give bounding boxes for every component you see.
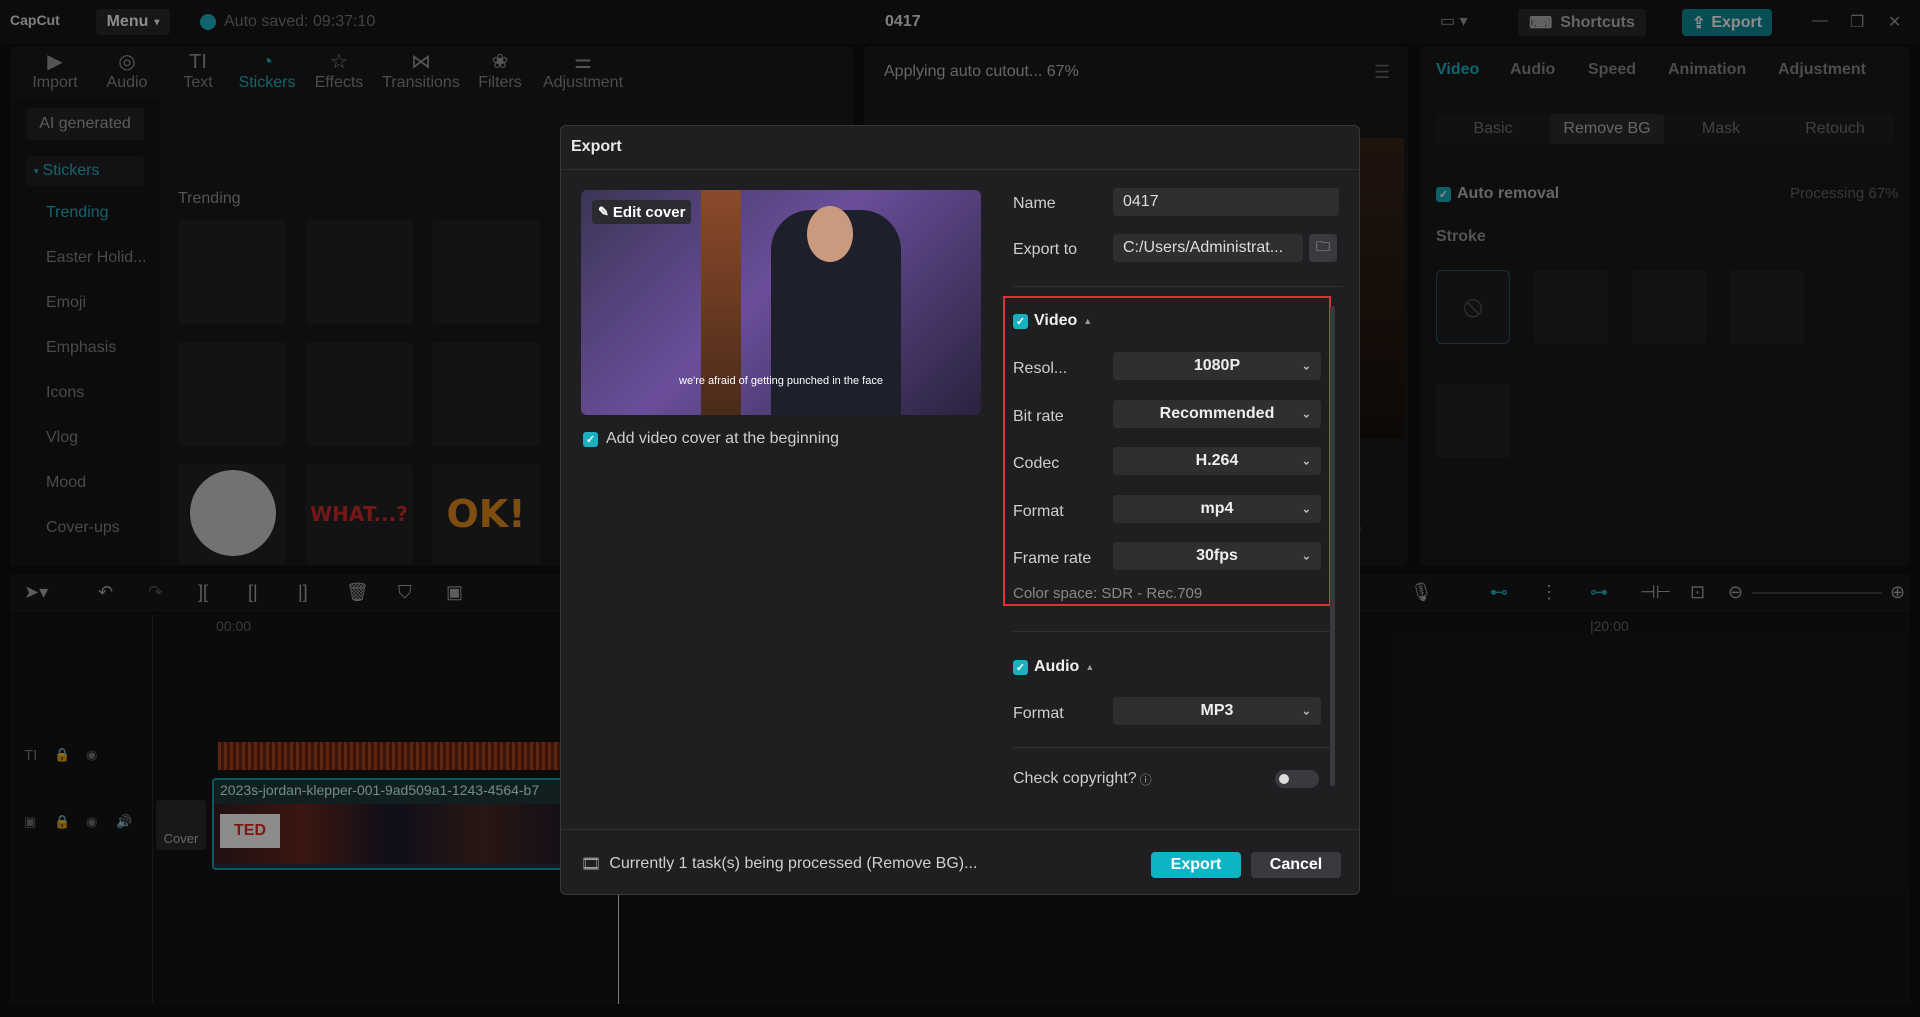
chevron-down-icon: ⌄	[1301, 705, 1311, 718]
frame-rate-label: Frame rate	[1013, 550, 1092, 567]
chevron-down-icon: ⌄	[1301, 408, 1311, 421]
audio-format-value: MP3	[1200, 702, 1234, 719]
color-space-text: Color space: SDR - Rec.709	[1013, 585, 1203, 602]
frame-rate-select[interactable]: 30fps ⌄	[1113, 542, 1321, 570]
dialog-title: Export	[571, 138, 622, 155]
speaker-face	[807, 206, 853, 262]
pencil-icon: ✎	[598, 204, 609, 219]
format-value: mp4	[1200, 500, 1234, 517]
codec-select[interactable]: H.264 ⌄	[1113, 447, 1321, 475]
audio-section-label: Audio	[1034, 658, 1080, 675]
checkbox-icon: ✓	[583, 431, 598, 447]
edit-cover-label: Edit cover	[612, 203, 686, 221]
divider	[1013, 747, 1335, 748]
toggle-knob	[1279, 774, 1289, 784]
video-section-label: Video	[1034, 312, 1078, 329]
chevron-down-icon: ⌄	[1301, 503, 1311, 516]
video-section-toggle[interactable]: ✓ Video ▲	[1013, 312, 1092, 330]
checkbox-icon: ✓	[1013, 659, 1028, 675]
export-path-input[interactable]: C:/Users/Administrat...	[1113, 234, 1303, 262]
caret-up-icon: ▲	[1083, 316, 1093, 326]
name-label: Name	[1013, 195, 1056, 212]
format-select[interactable]: mp4 ⌄	[1113, 495, 1321, 523]
divider	[1013, 631, 1335, 632]
divider	[561, 829, 1359, 830]
export-dialog: Export ✎ Edit cover we're afraid of getti…	[560, 125, 1360, 895]
audio-format-label: Format	[1013, 705, 1064, 722]
resolution-value: 1080P	[1193, 357, 1241, 374]
task-status-text: Currently 1 task(s) being processed (Rem…	[609, 855, 978, 872]
edit-cover-button[interactable]: ✎ Edit cover	[592, 200, 692, 224]
frame-rate-value: 30fps	[1196, 547, 1238, 564]
bitrate-value: Recommended	[1159, 405, 1275, 422]
check-copyright: Check copyright? ⓘ	[1013, 770, 1152, 788]
name-input[interactable]: 0417	[1113, 188, 1339, 216]
divider	[561, 169, 1359, 170]
format-label: Format	[1013, 503, 1064, 520]
chevron-down-icon: ⌄	[1301, 360, 1311, 373]
resolution-label: Resol...	[1013, 360, 1068, 377]
resolution-select[interactable]: 1080P ⌄	[1113, 352, 1321, 380]
help-icon[interactable]: ⓘ	[1140, 771, 1152, 788]
chevron-down-icon: ⌄	[1301, 550, 1311, 563]
bitrate-label: Bit rate	[1013, 408, 1064, 425]
task-status: 🎞 Currently 1 task(s) being processed (Re…	[581, 854, 977, 874]
cover-subtitle: we're afraid of getting punched in the f…	[679, 375, 883, 387]
add-cover-label: Add video cover at the beginning	[606, 430, 840, 447]
checkbox-icon: ✓	[1013, 313, 1028, 329]
bitrate-select[interactable]: Recommended ⌄	[1113, 400, 1321, 428]
copyright-label: Check copyright?	[1013, 770, 1137, 787]
copyright-toggle[interactable]	[1275, 770, 1319, 788]
codec-value: H.264	[1195, 452, 1239, 469]
add-cover-checkbox[interactable]: ✓ Add video cover at the beginning	[583, 430, 839, 448]
cancel-button[interactable]: Cancel	[1251, 852, 1341, 878]
settings-scrollbar[interactable]	[1330, 306, 1335, 786]
chevron-down-icon: ⌄	[1301, 455, 1311, 468]
export-to-label: Export to	[1013, 241, 1078, 258]
folder-icon[interactable]: 🗀	[1309, 234, 1337, 262]
export-button[interactable]: Export	[1151, 852, 1241, 878]
divider	[1013, 286, 1343, 287]
film-icon: 🎞	[581, 856, 602, 873]
caret-up-icon: ▲	[1085, 662, 1095, 672]
codec-label: Codec	[1013, 455, 1060, 472]
audio-format-select[interactable]: MP3 ⌄	[1113, 697, 1321, 725]
audio-section-toggle[interactable]: ✓ Audio ▲	[1013, 658, 1094, 676]
cover-preview[interactable]: ✎ Edit cover we're afraid of getting punc…	[581, 190, 981, 415]
